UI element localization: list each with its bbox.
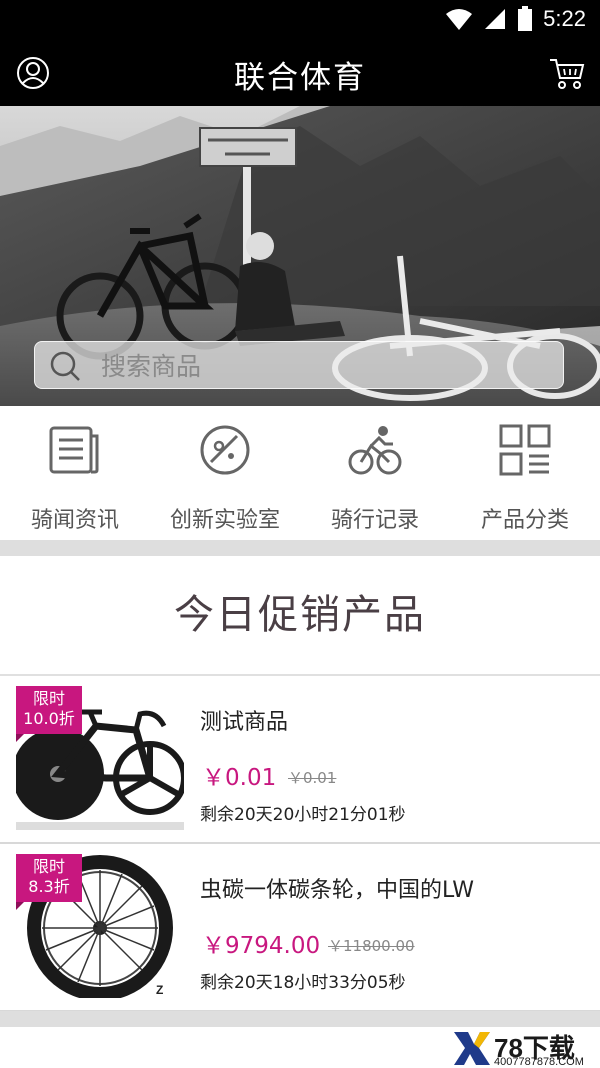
lab-icon (200, 425, 250, 475)
battery-icon (518, 6, 533, 31)
app-header: 联合体育 (0, 42, 600, 106)
product-item[interactable]: Z 限时 8.3折 虫碳一体碳条轮，中国的LW ￥9794.00 ￥11800.… (0, 844, 600, 1012)
product-name: 测试商品 (200, 710, 289, 735)
hero-banner[interactable] (0, 106, 600, 406)
section-title: 今日促销产品 (0, 556, 600, 676)
divider (0, 540, 600, 556)
product-countdown: 剩余20天18小时33分05秒 (200, 973, 406, 993)
page-title: 联合体育 (234, 60, 366, 96)
badge-label: 限时 (32, 689, 65, 708)
product-countdown: 剩余20天20小时21分01秒 (200, 805, 406, 825)
product-price: ￥9794.00 (202, 933, 321, 959)
product-old-price: ￥11800.00 (328, 937, 415, 955)
product-name: 虫碳一体碳条轮，中国的LW (200, 878, 474, 903)
svg-text:DOLAN: DOLAN (102, 736, 133, 746)
product-old-price: ￥0.01 (288, 769, 337, 787)
category-lab[interactable]: 创新实验室 (150, 406, 300, 540)
svg-text:Z: Z (156, 983, 163, 997)
category-news[interactable]: 骑闻资讯 (0, 406, 150, 540)
search-bar[interactable] (34, 341, 564, 390)
badge-discount: 8.3折 (28, 877, 70, 896)
discount-badge: 限时 8.3折 (16, 854, 82, 910)
category-ride-record[interactable]: 骑行记录 (300, 406, 450, 540)
badge-label: 限时 (32, 857, 65, 876)
watermark-url: 4007787878.COM (494, 1056, 584, 1068)
search-icon (50, 351, 80, 381)
category-products[interactable]: 产品分类 (450, 406, 600, 540)
category-label: 骑行记录 (330, 508, 419, 533)
discount-badge: 限时 10.0折 (16, 686, 82, 742)
search-input[interactable] (99, 342, 543, 390)
cell-signal-icon (485, 9, 506, 29)
category-label: 创新实验室 (169, 508, 280, 533)
wifi-icon (446, 9, 473, 30)
news-icon (49, 426, 99, 474)
product-price: ￥0.01 (202, 765, 277, 791)
category-label: 骑闻资讯 (30, 508, 119, 533)
cyclist-icon (348, 426, 402, 475)
category-label: 产品分类 (480, 508, 569, 533)
badge-discount: 10.0折 (23, 709, 75, 728)
cart-icon[interactable] (548, 56, 586, 90)
grid-icon (499, 424, 551, 476)
product-item[interactable]: DOLAN 限时 10.0折 测试商品 ￥0.01 ￥0.01 剩余20天20小… (0, 676, 600, 844)
watermark: 78下载 4007787878.COM (450, 1030, 600, 1068)
watermark-logo-icon (454, 1032, 490, 1065)
status-bar: 5:22 (0, 0, 600, 42)
category-nav: 骑闻资讯 创新实验室 骑行记录 产品分类 (0, 406, 600, 540)
divider (0, 1011, 600, 1027)
status-time: 5:22 (543, 6, 586, 31)
